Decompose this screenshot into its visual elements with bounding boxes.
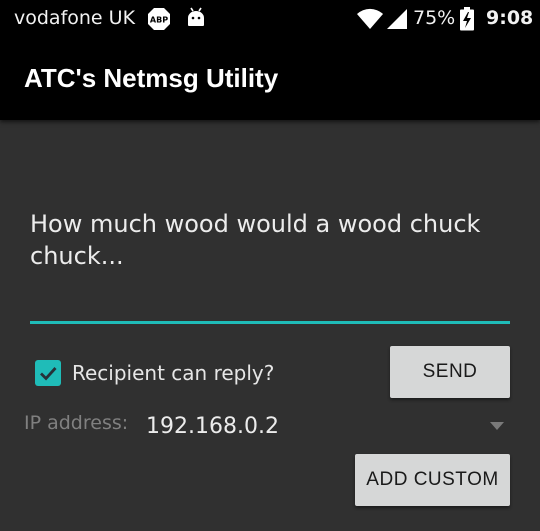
send-button[interactable]: SEND bbox=[390, 346, 510, 398]
abp-icon: ABP bbox=[148, 8, 170, 30]
signal-icon bbox=[387, 9, 407, 29]
carrier-name: vodafone UK bbox=[14, 7, 136, 29]
ip-address-label: IP address: bbox=[24, 412, 129, 434]
android-icon bbox=[188, 7, 204, 26]
battery-charging-icon bbox=[460, 7, 474, 31]
app-title: ATC's Netmsg Utility bbox=[24, 63, 279, 93]
wifi-icon bbox=[357, 8, 383, 29]
ip-address-select[interactable]: 192.168.0.2 bbox=[146, 413, 279, 441]
battery-percent: 75% bbox=[413, 7, 456, 29]
clock: 9:08 bbox=[486, 7, 534, 29]
message-input[interactable]: How much wood would a wood chuck chuck..… bbox=[30, 208, 510, 272]
message-input-underline bbox=[30, 321, 510, 324]
add-custom-button[interactable]: ADD CUSTOM bbox=[355, 454, 510, 506]
svg-text:ABP: ABP bbox=[150, 16, 168, 25]
checkmark-icon bbox=[40, 367, 57, 381]
reply-checkbox[interactable] bbox=[35, 360, 61, 386]
app-bar: ATC's Netmsg Utility bbox=[0, 36, 540, 120]
status-bar: vodafone UK ABP 75% 9:08 bbox=[0, 0, 540, 36]
dropdown-arrow-icon[interactable] bbox=[490, 422, 504, 430]
reply-checkbox-label[interactable]: Recipient can reply? bbox=[72, 360, 274, 386]
